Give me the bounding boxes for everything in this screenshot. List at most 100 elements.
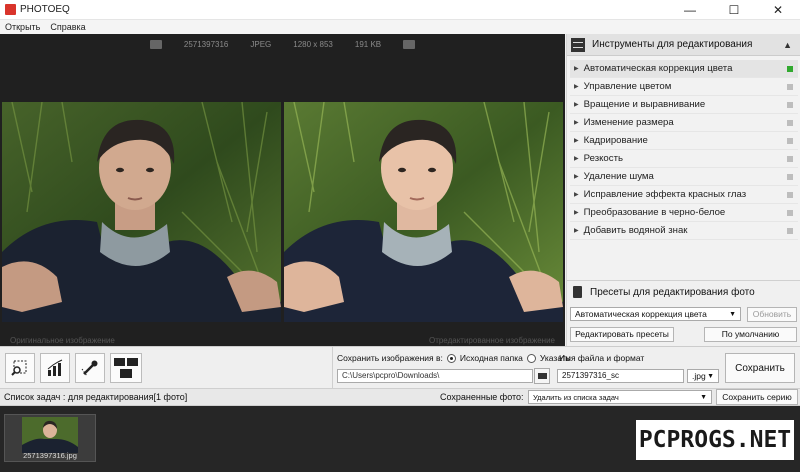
tools-panel: Инструменты для редактирования ▲ ▶ Автома…: [566, 34, 800, 346]
save-to-label: Сохранить изображения в:: [337, 353, 443, 363]
tool-item-resize[interactable]: ▶ Изменение размера: [570, 114, 798, 132]
tool-item-label: Вращение и выравнивание: [583, 99, 706, 110]
tool-list: ▶ Автоматическая коррекция цвета ▶ Управле…: [567, 56, 800, 240]
collapse-icon[interactable]: ▲: [783, 40, 792, 50]
chevron-down-icon: ▼: [729, 310, 736, 318]
compare-view-button[interactable]: [110, 353, 142, 383]
tool-item-label: Управление цветом: [583, 81, 672, 92]
tool-item-noise-removal[interactable]: ▶ Удаление шума: [570, 168, 798, 186]
image-resolution: 1280 x 853: [293, 39, 333, 49]
image-size: 191 KB: [354, 39, 382, 49]
status-indicator: [787, 137, 793, 144]
presets-section: Пресеты для редактирования фото Автомати…: [567, 280, 800, 346]
expand-arrow-icon: ▶: [574, 120, 579, 126]
edited-caption: Отредактированное изображение: [428, 336, 555, 345]
status-indicator: [787, 227, 793, 234]
menu-item-help[interactable]: Справка: [45, 22, 90, 32]
saved-photos-select[interactable]: Удалить из списка задач ▼: [528, 390, 712, 404]
tool-item-rotation[interactable]: ▶ Вращение и выравнивание: [570, 96, 798, 114]
menu-item-open[interactable]: Открыть: [0, 22, 45, 32]
chart-icon: [47, 359, 63, 376]
eyedropper-button[interactable]: [75, 353, 105, 383]
extension-select[interactable]: .jpg ▼: [687, 369, 719, 383]
chevron-down-icon: ▼: [700, 393, 707, 401]
tool-item-watermark[interactable]: ▶ Добавить водяной знак: [570, 222, 798, 240]
radio-source-folder[interactable]: [446, 353, 456, 363]
menu-bar: Открыть Справка: [0, 20, 800, 34]
preset-select-row: Автоматическая коррекция цвета ▼ Обновит…: [570, 305, 800, 323]
browse-folder-button[interactable]: [534, 368, 550, 384]
tool-item-auto-color[interactable]: ▶ Автоматическая коррекция цвета: [570, 60, 798, 78]
tool-item-color-management[interactable]: ▶ Управление цветом: [570, 78, 798, 96]
filename-format-label: Имя файла и формат: [559, 353, 645, 363]
queue-thumbnail[interactable]: 2571397316.jpg: [4, 414, 96, 462]
window-controls: — ☐ ✕: [668, 0, 800, 20]
tool-item-label: Изменение размера: [583, 117, 674, 128]
preset-select-value: Автоматическая коррекция цвета: [575, 309, 707, 319]
sliders-icon: [571, 37, 585, 52]
save-path-input[interactable]: C:\Users\pcpro\Downloads\: [337, 369, 533, 383]
status-indicator: [787, 119, 793, 126]
maximize-button[interactable]: ☐: [712, 0, 756, 20]
edit-presets-button[interactable]: Редактировать пресеты: [570, 326, 674, 342]
save-settings: Сохранить изображения в: Исходная папка …: [332, 347, 800, 389]
tool-item-red-eye[interactable]: ▶ Исправление эффекта красных глаз: [570, 186, 798, 204]
default-preset-button[interactable]: По умолчанию: [704, 326, 797, 342]
tool-item-sharpness[interactable]: ▶ Резкость: [570, 150, 798, 168]
radio-source-folder-label: Исходная папка: [459, 353, 523, 363]
update-preset-button[interactable]: Обновить: [747, 306, 797, 322]
expand-arrow-icon: ▶: [574, 66, 579, 72]
thumbnail-image: [22, 417, 78, 453]
image-viewer: 2571397316 JPEG 1280 x 853 191 KB Оригин…: [0, 34, 565, 346]
tools-panel-header[interactable]: Инструменты для редактирования ▲: [567, 34, 800, 56]
minimize-button[interactable]: —: [668, 0, 712, 20]
bottom-toolbar: Сохранить изображения в: Исходная папка …: [0, 346, 800, 389]
presets-title: Пресеты для редактирования фото: [590, 286, 755, 298]
status-indicator: [787, 191, 793, 198]
selection-icon: [11, 360, 27, 376]
extension-value: .jpg: [692, 371, 706, 381]
tool-item-label: Удаление шума: [583, 171, 654, 182]
image-icon: [149, 39, 162, 49]
save-button[interactable]: Сохранить: [725, 353, 795, 383]
image-format: JPEG: [250, 39, 272, 49]
expand-arrow-icon: ▶: [574, 84, 579, 90]
camera-icon: [403, 39, 416, 49]
save-series-button[interactable]: Сохранить серию: [716, 389, 798, 405]
window-title: PHOTOEQ: [20, 4, 70, 15]
tool-item-black-white[interactable]: ▶ Преобразование в черно-белое: [570, 204, 798, 222]
status-indicator: [787, 101, 793, 108]
edited-image: [284, 102, 563, 322]
status-indicator: [787, 173, 793, 180]
tools-panel-title: Инструменты для редактирования: [592, 39, 753, 50]
expand-arrow-icon: ▶: [574, 174, 579, 180]
task-queue-bar: Список задач : для редактирования[1 фото…: [0, 388, 800, 406]
site-watermark: PCPROGS.NET: [636, 420, 794, 460]
eyedropper-icon: [81, 360, 98, 377]
saved-photos-value: Удалить из списка задач: [533, 392, 619, 402]
tool-item-label: Автоматическая коррекция цвета: [583, 63, 733, 74]
close-button[interactable]: ✕: [756, 0, 800, 20]
image-filename: 2571397316: [183, 39, 229, 49]
original-image: [2, 102, 281, 322]
presets-header: Пресеты для редактирования фото: [567, 281, 800, 303]
histogram-button[interactable]: [40, 353, 70, 383]
select-area-button[interactable]: [5, 353, 35, 383]
clipboard-icon: [573, 286, 582, 298]
tool-item-label: Преобразование в черно-белое: [583, 207, 726, 218]
tool-item-crop[interactable]: ▶ Кадрирование: [570, 132, 798, 150]
radio-custom-folder[interactable]: [526, 353, 536, 363]
preset-select[interactable]: Автоматическая коррекция цвета ▼: [570, 307, 741, 321]
expand-arrow-icon: ▶: [574, 138, 579, 144]
tool-item-label: Исправление эффекта красных глаз: [583, 189, 747, 200]
expand-arrow-icon: ▶: [574, 228, 579, 234]
expand-arrow-icon: ▶: [574, 102, 579, 108]
filename-input[interactable]: 2571397316_sc: [557, 369, 684, 383]
image-info-bar: 2571397316 JPEG 1280 x 853 191 KB: [0, 34, 565, 54]
thumbnail-filename: 2571397316.jpg: [23, 451, 77, 460]
tool-item-label: Кадрирование: [583, 135, 648, 146]
compare-images-icon: [114, 358, 138, 378]
expand-arrow-icon: ▶: [574, 210, 579, 216]
expand-arrow-icon: ▶: [574, 156, 579, 162]
save-location-row: Сохранить изображения в: Исходная папка …: [337, 353, 570, 363]
